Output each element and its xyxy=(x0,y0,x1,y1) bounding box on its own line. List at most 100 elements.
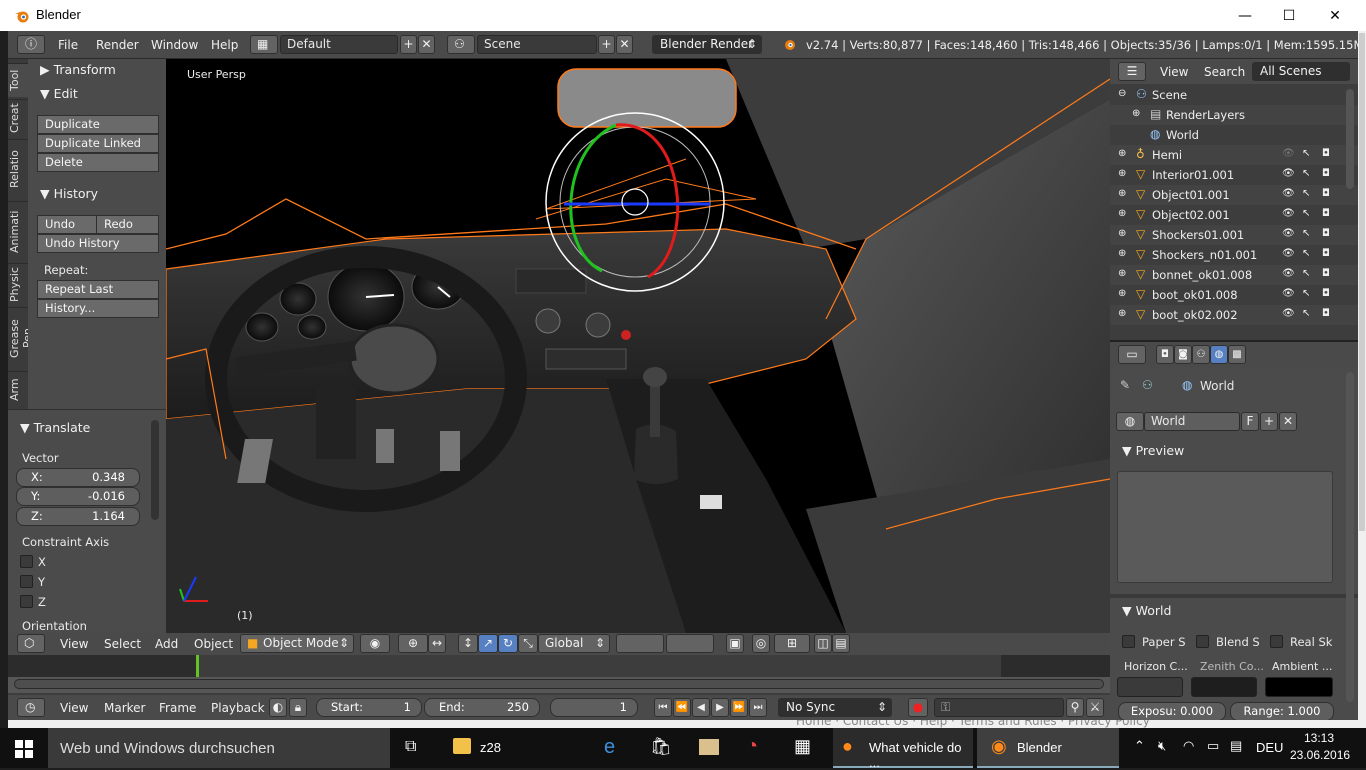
expand-toggle-icon[interactable]: ⊕ xyxy=(1118,228,1126,239)
transform-panel-header[interactable]: ▶ Transform xyxy=(40,62,116,77)
lock-time-icon[interactable]: 🔒︎ xyxy=(289,698,307,717)
network-icon[interactable]: ▭ xyxy=(1207,738,1219,754)
screen-layout-icon[interactable]: ▦ xyxy=(250,35,278,54)
timeline-scrollbar[interactable] xyxy=(14,679,1104,689)
select-arrow-icon[interactable]: ↖ xyxy=(1302,148,1310,159)
editor-type-timeline-icon[interactable]: ◷ xyxy=(17,698,45,717)
taskbar-folder-label[interactable]: z28 xyxy=(480,740,501,755)
expand-toggle-icon[interactable]: ⊕ xyxy=(1118,168,1126,179)
duplicate-linked-button[interactable]: Duplicate Linked xyxy=(37,134,159,153)
orientation-dropdown[interactable]: Global ⇕ xyxy=(538,634,610,653)
screen-layout-field[interactable]: Default xyxy=(280,35,398,54)
paper-sky-checkbox[interactable] xyxy=(1122,635,1135,648)
insert-keyframe-icon[interactable]: ⚲ xyxy=(1066,698,1084,717)
layers-grid-1[interactable] xyxy=(616,634,664,653)
add-layout-icon[interactable]: + xyxy=(400,35,417,54)
tab-physics[interactable]: Physic xyxy=(8,263,28,305)
ccleaner-icon[interactable]: ◔ xyxy=(746,735,758,758)
record-icon[interactable]: ● xyxy=(908,698,928,717)
blend-sky-checkbox[interactable] xyxy=(1196,635,1209,648)
constraint-z-checkbox[interactable] xyxy=(20,595,33,608)
outliner-row[interactable]: ◍ World xyxy=(1110,125,1358,145)
3d-viewport[interactable]: User Persp (1) xyxy=(166,59,1110,633)
windows-start-icon[interactable] xyxy=(15,740,33,758)
render-camera-icon[interactable]: ◘ xyxy=(1322,268,1330,279)
outliner-row[interactable]: ⊕ ▽ bonnet_ok01.008 👁︎ ↖ ◘ xyxy=(1110,265,1358,285)
outliner-row[interactable]: ⊕ ▽ Interior01.001 👁︎ ↖ ◘ xyxy=(1110,165,1358,185)
start-frame-field[interactable]: Start: 1 xyxy=(316,698,422,717)
clock-time[interactable]: 13:13 xyxy=(1304,731,1334,745)
outliner-row[interactable]: ⊕ ▽ boot_ok01.008 👁︎ ↖ ◘ xyxy=(1110,285,1358,305)
visibility-eye-icon[interactable]: 👁︎ xyxy=(1282,268,1295,279)
real-sky-checkbox[interactable] xyxy=(1270,635,1283,648)
select-arrow-icon[interactable]: ↖ xyxy=(1302,248,1310,259)
unlink-world-icon[interactable]: ✕ xyxy=(1279,412,1297,431)
render-camera-icon[interactable]: ◘ xyxy=(1322,288,1330,299)
store-icon[interactable]: 🛍︎ xyxy=(650,737,672,757)
select-arrow-icon[interactable]: ↖ xyxy=(1302,168,1310,179)
fake-user-button[interactable]: F xyxy=(1241,412,1259,431)
mode-dropdown[interactable]: ■ Object Mode ⇕ xyxy=(240,634,354,653)
marker-menu[interactable]: Marker xyxy=(104,701,145,715)
history-panel-header[interactable]: ▼ History xyxy=(40,186,98,201)
tab-create[interactable]: Creat xyxy=(8,99,28,137)
render-camera-icon[interactable]: ◘ xyxy=(1322,208,1330,219)
manipulator-icon[interactable]: ↕ xyxy=(458,634,478,653)
expand-toggle-icon[interactable]: ⊕ xyxy=(1118,268,1126,279)
display-mode-dropdown[interactable]: All Scenes xyxy=(1252,62,1350,81)
delete-keyframe-icon[interactable]: ⚔ xyxy=(1086,698,1104,717)
volume-muted-icon[interactable]: 🔇︎ xyxy=(1158,738,1166,754)
select-arrow-icon[interactable]: ↖ xyxy=(1302,268,1310,279)
manipulator-toggle-icon[interactable]: ↔ xyxy=(428,634,446,653)
timeline-view-menu[interactable]: View xyxy=(60,701,88,715)
vector-x-field[interactable]: X: 0.348 xyxy=(16,468,140,487)
repeat-last-button[interactable]: Repeat Last xyxy=(37,280,159,299)
calculator-icon[interactable]: ▦ xyxy=(794,736,811,757)
visibility-eye-icon[interactable]: 👁︎ xyxy=(1282,228,1295,239)
expand-toggle-icon[interactable]: ⊕ xyxy=(1132,108,1140,119)
expand-toggle-icon[interactable]: ⊕ xyxy=(1118,188,1126,199)
world-browse-icon[interactable]: ◍ xyxy=(1116,412,1144,431)
pivot-icon[interactable]: ⊕ xyxy=(398,634,428,653)
menu-file[interactable]: File xyxy=(58,38,78,52)
outliner-scrollbar[interactable] xyxy=(1346,89,1354,189)
outliner-row[interactable]: ⊕ ▽ boot_ok02.002 👁︎ ↖ ◘ xyxy=(1110,305,1358,325)
vector-y-field[interactable]: Y: -0.016 xyxy=(16,487,140,506)
select-menu[interactable]: Select xyxy=(104,637,141,651)
add-scene-icon[interactable]: + xyxy=(598,35,615,54)
tab-animation[interactable]: Animati xyxy=(8,201,28,261)
file-explorer-icon[interactable] xyxy=(453,738,471,754)
tab-grease-pencil[interactable]: Grease Pen xyxy=(8,307,34,369)
close-button[interactable]: ✕ xyxy=(1312,0,1358,31)
add-menu[interactable]: Add xyxy=(155,637,178,651)
outliner-view-menu[interactable]: View xyxy=(1160,65,1188,79)
scene-tab-icon[interactable]: ⚇ xyxy=(1192,345,1210,364)
scene-field[interactable]: Scene xyxy=(477,35,597,54)
expand-toggle-icon[interactable]: ⊕ xyxy=(1118,208,1126,219)
outliner-row[interactable]: ⊕ ♁ Hemi 👁︎ ↖ ◘ xyxy=(1110,145,1358,165)
jump-end-icon[interactable]: ⏭ xyxy=(749,698,767,717)
play-reverse-icon[interactable]: ◀ xyxy=(692,698,710,717)
playback-menu[interactable]: Playback xyxy=(211,701,265,715)
duplicate-button[interactable]: Duplicate xyxy=(37,115,159,134)
preview-panel-header[interactable]: ▼ Preview xyxy=(1122,443,1184,458)
tab-relations[interactable]: Relatio xyxy=(8,139,28,199)
history-dots-button[interactable]: History... xyxy=(37,299,159,318)
firefox-task-button[interactable]: ● What vehicle do ... xyxy=(833,728,973,770)
tab-tool[interactable]: Tool xyxy=(8,63,28,97)
menu-render[interactable]: Render xyxy=(96,38,139,52)
clock-date[interactable]: 23.06.2016 xyxy=(1290,748,1350,762)
render-anim-icon[interactable]: ▤ xyxy=(832,634,850,653)
current-frame-field[interactable]: 1 xyxy=(550,698,638,717)
shading-icon[interactable]: ◉ xyxy=(360,634,390,653)
render-camera-icon[interactable]: ◘ xyxy=(1322,168,1330,179)
texture-tab-icon[interactable]: ▩ xyxy=(1228,345,1246,364)
render-camera-icon[interactable]: ◘ xyxy=(1322,248,1330,259)
translate-icon[interactable]: ↗ xyxy=(478,634,498,653)
preview-range-icon[interactable]: ◐ xyxy=(269,698,287,717)
constraint-x-checkbox[interactable] xyxy=(20,555,33,568)
world-panel-header[interactable]: ▼ World xyxy=(1122,603,1171,618)
lock-layer-icon[interactable]: ▣ xyxy=(726,634,744,653)
outliner-search-menu[interactable]: Search xyxy=(1204,65,1245,79)
pin-icon[interactable]: ✎ xyxy=(1120,378,1130,392)
